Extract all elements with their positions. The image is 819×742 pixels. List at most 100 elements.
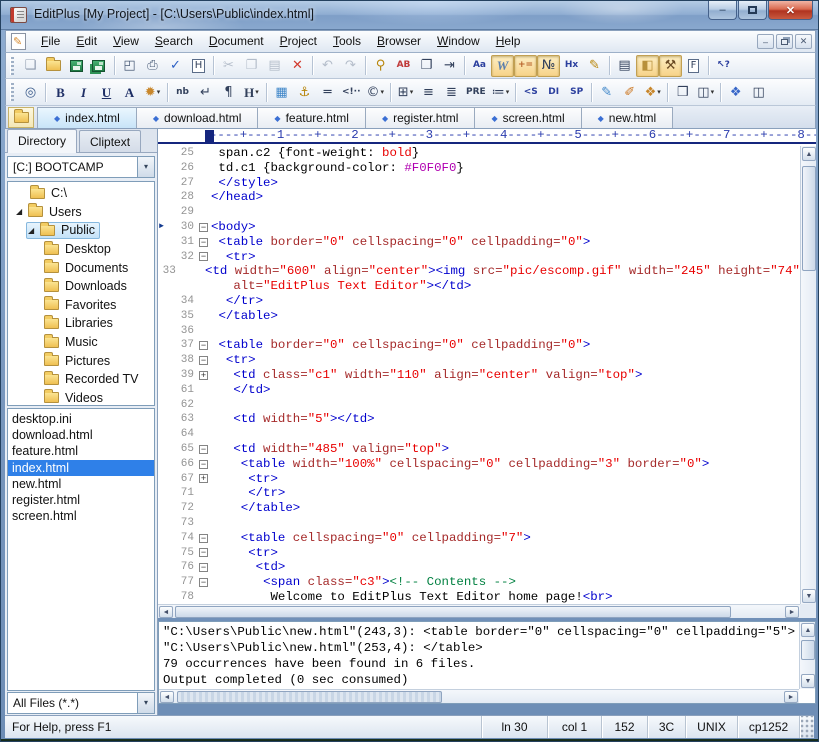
- output-window[interactable]: "C:\Users\Public\new.html"(243,3): <tabl…: [158, 621, 816, 704]
- code-line[interactable]: 78 Welcome to EditPlus Text Editor home …: [158, 590, 800, 604]
- file-item-feature.html[interactable]: feature.html: [8, 443, 154, 459]
- preformatted-button[interactable]: PRE: [463, 81, 489, 103]
- mdi-restore-button[interactable]: [776, 34, 793, 49]
- file-item-index.html[interactable]: index.html: [8, 460, 154, 476]
- bold-button[interactable]: B: [49, 81, 72, 103]
- special-character-button[interactable]: ©▾: [363, 81, 387, 103]
- fold-collapse-icon[interactable]: −: [199, 534, 208, 543]
- strikethrough-button[interactable]: <S: [519, 81, 542, 103]
- code-line[interactable]: 36: [158, 324, 800, 339]
- filter-dropdown-button[interactable]: ▾: [137, 693, 154, 713]
- italic-button[interactable]: I: [72, 81, 95, 103]
- fold-column[interactable]: −: [196, 235, 211, 250]
- comment-button[interactable]: <!··: [339, 81, 363, 103]
- scroll-right-button[interactable]: ►: [784, 691, 798, 703]
- fold-column[interactable]: [196, 324, 211, 339]
- fold-column[interactable]: [196, 205, 211, 220]
- align-right-button[interactable]: ≣: [440, 81, 463, 103]
- cut-button[interactable]: ✂: [217, 55, 240, 77]
- code-line[interactable]: 32− <tr>: [158, 250, 800, 265]
- code-line[interactable]: 64: [158, 427, 800, 442]
- output-vertical-scrollbar[interactable]: ▲ ▼: [799, 622, 815, 689]
- output-vscroll-thumb[interactable]: [801, 640, 815, 660]
- code-line[interactable]: 31− <table border="0" cellspacing="0" ce…: [158, 235, 800, 250]
- tree-item-downloads[interactable]: Downloads: [8, 277, 154, 296]
- minimize-button[interactable]: –: [708, 1, 737, 20]
- fold-column[interactable]: [196, 279, 211, 294]
- code-line[interactable]: 62: [158, 398, 800, 413]
- menu-item-edit[interactable]: Edit: [68, 31, 105, 52]
- code-line[interactable]: 38− <tr>: [158, 353, 800, 368]
- tree-expander-icon[interactable]: ◢: [28, 226, 40, 235]
- sidebar-tab-directory[interactable]: Directory: [7, 129, 77, 153]
- menu-item-project[interactable]: Project: [272, 31, 325, 52]
- list-button[interactable]: ≔▾: [489, 81, 513, 103]
- fold-column[interactable]: [196, 294, 211, 309]
- output-horizontal-scrollbar[interactable]: ◄ ►: [159, 689, 799, 703]
- tree-item-pictures[interactable]: Pictures: [8, 351, 154, 370]
- menu-item-search[interactable]: Search: [147, 31, 201, 52]
- browser-preview-button[interactable]: ◎: [19, 81, 42, 103]
- file-item-download.html[interactable]: download.html: [8, 427, 154, 443]
- save-button[interactable]: [65, 55, 88, 77]
- mdi-minimize-button[interactable]: –: [757, 34, 774, 49]
- tree-item-libraries[interactable]: Libraries: [8, 314, 154, 333]
- fold-column[interactable]: −: [196, 457, 211, 472]
- code-line[interactable]: 39+ <td class="c1" width="110" align="ce…: [158, 368, 800, 383]
- fold-column[interactable]: [196, 516, 211, 531]
- code-line[interactable]: 67+ <tr>: [158, 472, 800, 487]
- print-preview-button[interactable]: ◰: [118, 55, 141, 77]
- objects-button[interactable]: ❖▾: [641, 81, 664, 103]
- file-item-register.html[interactable]: register.html: [8, 492, 154, 508]
- menu-item-tools[interactable]: Tools: [325, 31, 369, 52]
- editor-vscroll-thumb[interactable]: [802, 166, 816, 271]
- sidebar-tab-cliptext[interactable]: Cliptext: [79, 130, 141, 152]
- fold-column[interactable]: [196, 427, 211, 442]
- text-color-button[interactable]: ✹▾: [141, 81, 164, 103]
- new-document-button[interactable]: ❏: [19, 55, 42, 77]
- code-line[interactable]: 27 </style>: [158, 176, 800, 191]
- fold-column[interactable]: [196, 486, 211, 501]
- copy-button[interactable]: ❐: [240, 55, 263, 77]
- fold-collapse-icon[interactable]: −: [199, 252, 208, 261]
- toolbar-grip[interactable]: [10, 57, 14, 75]
- anchor-button[interactable]: ⚓: [293, 81, 316, 103]
- fold-collapse-icon[interactable]: −: [199, 341, 208, 350]
- nbsp-button[interactable]: nb: [171, 81, 194, 103]
- code-line[interactable]: 25 span.c2 {font-weight: bold}: [158, 146, 800, 161]
- file-filter-selector[interactable]: All Files (*.*) ▾: [7, 692, 155, 714]
- tree-item-documents[interactable]: Documents: [8, 258, 154, 277]
- code-line[interactable]: 26 td.c1 {background-color: #F0F0F0}: [158, 161, 800, 176]
- tree-item-videos[interactable]: Videos: [8, 389, 154, 406]
- line-break-button[interactable]: ↵: [194, 81, 217, 103]
- uppercase-button[interactable]: Aa: [468, 55, 491, 77]
- fold-column[interactable]: −: [196, 338, 211, 353]
- fold-collapse-icon[interactable]: −: [199, 578, 208, 587]
- fold-collapse-icon[interactable]: −: [199, 563, 208, 572]
- font-button[interactable]: A: [118, 81, 141, 103]
- editor-hscroll-thumb[interactable]: [175, 606, 731, 618]
- code-line[interactable]: 66− <table width="100%" cellspacing="0" …: [158, 457, 800, 472]
- drive-dropdown-button[interactable]: ▾: [137, 157, 154, 177]
- fold-column[interactable]: [196, 412, 211, 427]
- file-item-desktop.ini[interactable]: desktop.ini: [8, 411, 154, 427]
- fold-column[interactable]: [196, 161, 211, 176]
- split-view-button[interactable]: ◫: [747, 81, 770, 103]
- hex-viewer-button[interactable]: Hx: [560, 55, 583, 77]
- tree-item-desktop[interactable]: Desktop: [8, 240, 154, 259]
- tab-new.html[interactable]: ◆new.html: [581, 107, 674, 128]
- fold-column[interactable]: [196, 383, 211, 398]
- editor-vertical-scrollbar[interactable]: ▲ ▼: [800, 146, 816, 604]
- tree-item-favorites[interactable]: Favorites: [8, 296, 154, 315]
- fold-collapse-icon[interactable]: −: [199, 223, 208, 232]
- scroll-right-button[interactable]: ►: [785, 606, 799, 618]
- paste-button[interactable]: ▤: [263, 55, 286, 77]
- line-numbers-button[interactable]: №: [537, 55, 560, 77]
- tree-item-users[interactable]: ◢Users: [8, 203, 154, 222]
- edit-tag-button[interactable]: ✎: [595, 81, 618, 103]
- auto-indent-button[interactable]: +=: [514, 55, 537, 77]
- fold-column[interactable]: [196, 176, 211, 191]
- toolbar-grip[interactable]: [10, 83, 14, 101]
- span-tag-button[interactable]: SP: [565, 81, 588, 103]
- fold-collapse-icon[interactable]: −: [199, 445, 208, 454]
